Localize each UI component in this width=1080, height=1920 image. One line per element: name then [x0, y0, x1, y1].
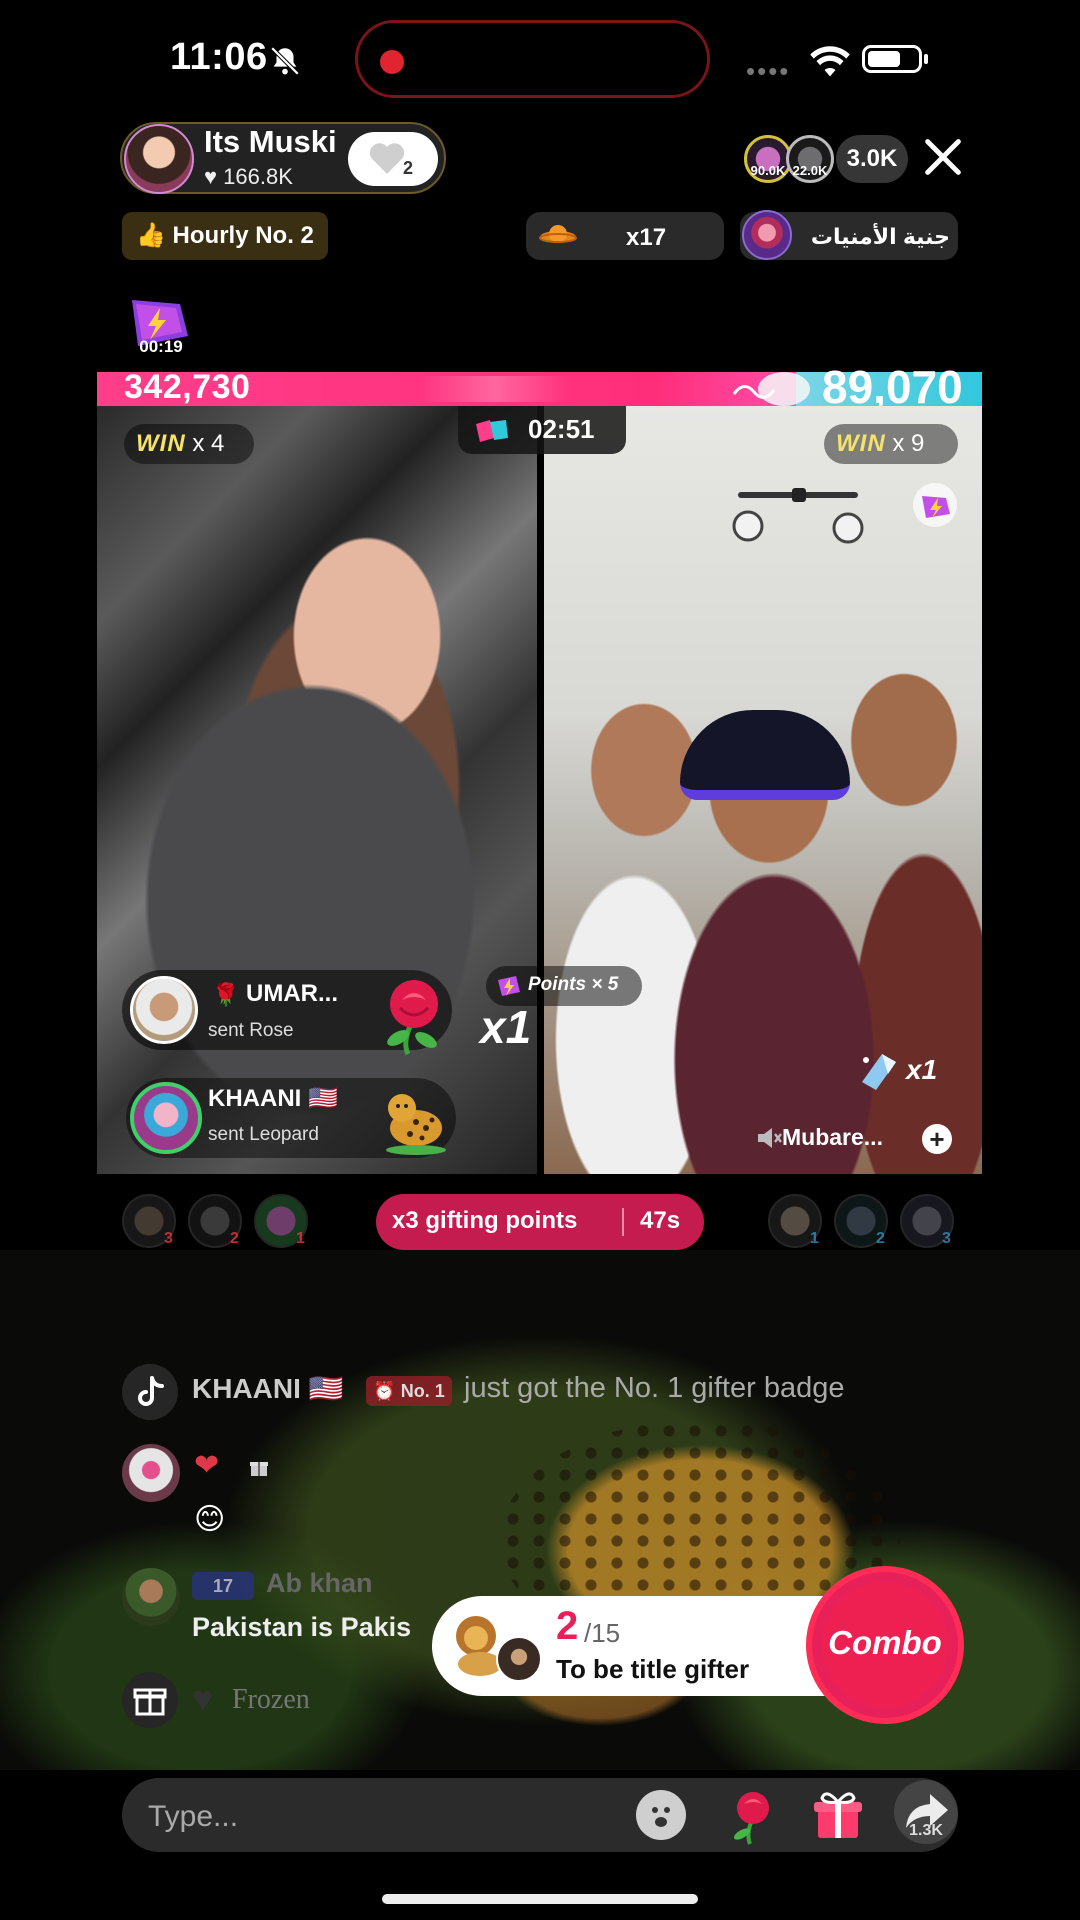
heart-icon [369, 143, 405, 174]
boost-timer: 00:19 [139, 337, 183, 356]
combo-progress-current: 2 [556, 1604, 579, 1648]
left-win-streak: WIN x 4 [124, 424, 254, 464]
status-time: 11:06 [170, 36, 268, 78]
heart-icon: ♥ [192, 1678, 214, 1719]
points-label: Points × 5 [528, 974, 619, 995]
chat-emoji: 😊 [194, 1503, 226, 1536]
gift-combo-count: x1 [906, 1054, 938, 1085]
emoji-button[interactable] [636, 1790, 686, 1840]
win-count: x 9 [892, 430, 925, 457]
rank-number: 1 [810, 1230, 819, 1247]
chat-message: Frozen [232, 1684, 310, 1715]
combo-subtitle: To be title gifter [556, 1654, 750, 1684]
planet-icon [539, 225, 577, 243]
battery-tip [924, 54, 928, 64]
wish-fairy-avatar [742, 210, 792, 260]
hourly-rank-badge[interactable]: 👍 Hourly No. 2 [122, 212, 328, 260]
gifter-name: KHAANI 🇺🇸 [208, 1085, 338, 1112]
muted-speaker-icon [758, 1128, 782, 1148]
gift-button[interactable] [808, 1784, 868, 1844]
host-name: Its Muski [204, 124, 337, 159]
gift-action: sent Rose [208, 1020, 294, 1041]
gifting-points-label: x3 gifting points [392, 1207, 578, 1234]
rose-gift-icon [387, 980, 438, 1056]
gifting-points-divider [622, 1208, 624, 1236]
gifter-avatar [496, 1636, 542, 1682]
tiktok-icon [122, 1364, 178, 1420]
close-icon[interactable] [920, 134, 966, 180]
chat-username[interactable]: KHAANI 🇺🇸 [192, 1372, 344, 1405]
battle-timer: 02:51 [528, 414, 595, 444]
gift-combo-count: x1 [480, 1001, 532, 1053]
gift-icon [250, 1462, 268, 1476]
heart-icon: ❤ [194, 1449, 220, 1482]
win-label: WIN [136, 430, 186, 457]
dynamic-island [355, 20, 710, 98]
rank-number: 2 [876, 1230, 885, 1247]
combo-progress-total: /15 [584, 1618, 621, 1648]
leopard-gift-icon [386, 1094, 446, 1155]
host-likes: ♥ 166.8K [204, 164, 293, 189]
viewer-count[interactable]: 3.0K [836, 135, 908, 183]
battery-level [868, 51, 900, 67]
win-label: WIN [836, 430, 886, 457]
gift-action: sent Leopard [208, 1124, 319, 1145]
right-win-streak: WIN x 9 [824, 424, 958, 464]
host-avatar[interactable] [124, 124, 194, 194]
rank-number: 1 [296, 1230, 305, 1247]
chat-username[interactable]: Ab khan [266, 1568, 373, 1599]
comment-input[interactable] [146, 1794, 590, 1840]
lightning-boost-icon[interactable] [912, 482, 958, 528]
chat-avatar[interactable] [122, 1568, 180, 1626]
chat-avatar[interactable] [122, 1444, 180, 1502]
left-team-score: 342,730 [124, 368, 251, 406]
chat-message: Pakistan is Pakis [192, 1612, 412, 1642]
rank-number: 2 [230, 1230, 239, 1247]
rank-number: 3 [164, 1230, 173, 1247]
follow-guest-button[interactable]: + [922, 1124, 952, 1154]
rose-icon: 🌹 [212, 982, 240, 1007]
gem-icon [498, 976, 520, 996]
gifter-name: UMAR... [246, 980, 338, 1007]
gifting-points-timer: 47s [640, 1207, 681, 1234]
crystal-gift-icon [862, 1054, 896, 1090]
planet-count: x17 [626, 224, 667, 251]
viewer-gift-badge: 90.0K [750, 163, 786, 178]
gifter-badge: ⏰ No. 1 [366, 1376, 452, 1406]
level-badge: 17 [192, 1572, 254, 1600]
wifi-icon [810, 46, 850, 77]
score-bar-spark-icon [732, 372, 810, 406]
bell-muted-icon [270, 46, 300, 76]
gifter-avatar[interactable] [130, 1082, 202, 1154]
gifter-avatar[interactable] [130, 976, 198, 1044]
follow-count: 2 [403, 158, 414, 178]
guest-name[interactable]: Mubare... [782, 1124, 883, 1151]
cellular-signal-icon: •••• [746, 56, 791, 86]
chat-message: just got the No. 1 gifter badge [464, 1372, 845, 1404]
win-count: x 4 [192, 430, 225, 457]
gift-icon[interactable] [122, 1672, 178, 1728]
recording-dot-icon [380, 50, 404, 74]
rank-number: 3 [942, 1230, 951, 1247]
combo-button-label[interactable]: Combo [806, 1624, 964, 1662]
score-bar-shine [420, 376, 570, 402]
rose-gift-button[interactable] [722, 1784, 784, 1846]
wish-fairy-label: جنية الأمنيات [810, 224, 950, 249]
home-indicator[interactable] [382, 1894, 698, 1904]
share-count: 1.3K [909, 1822, 943, 1839]
viewer-gift-badge: 22.0K [792, 163, 828, 178]
ceiling-lamp [732, 488, 864, 544]
battle-vs-icon [476, 420, 508, 442]
